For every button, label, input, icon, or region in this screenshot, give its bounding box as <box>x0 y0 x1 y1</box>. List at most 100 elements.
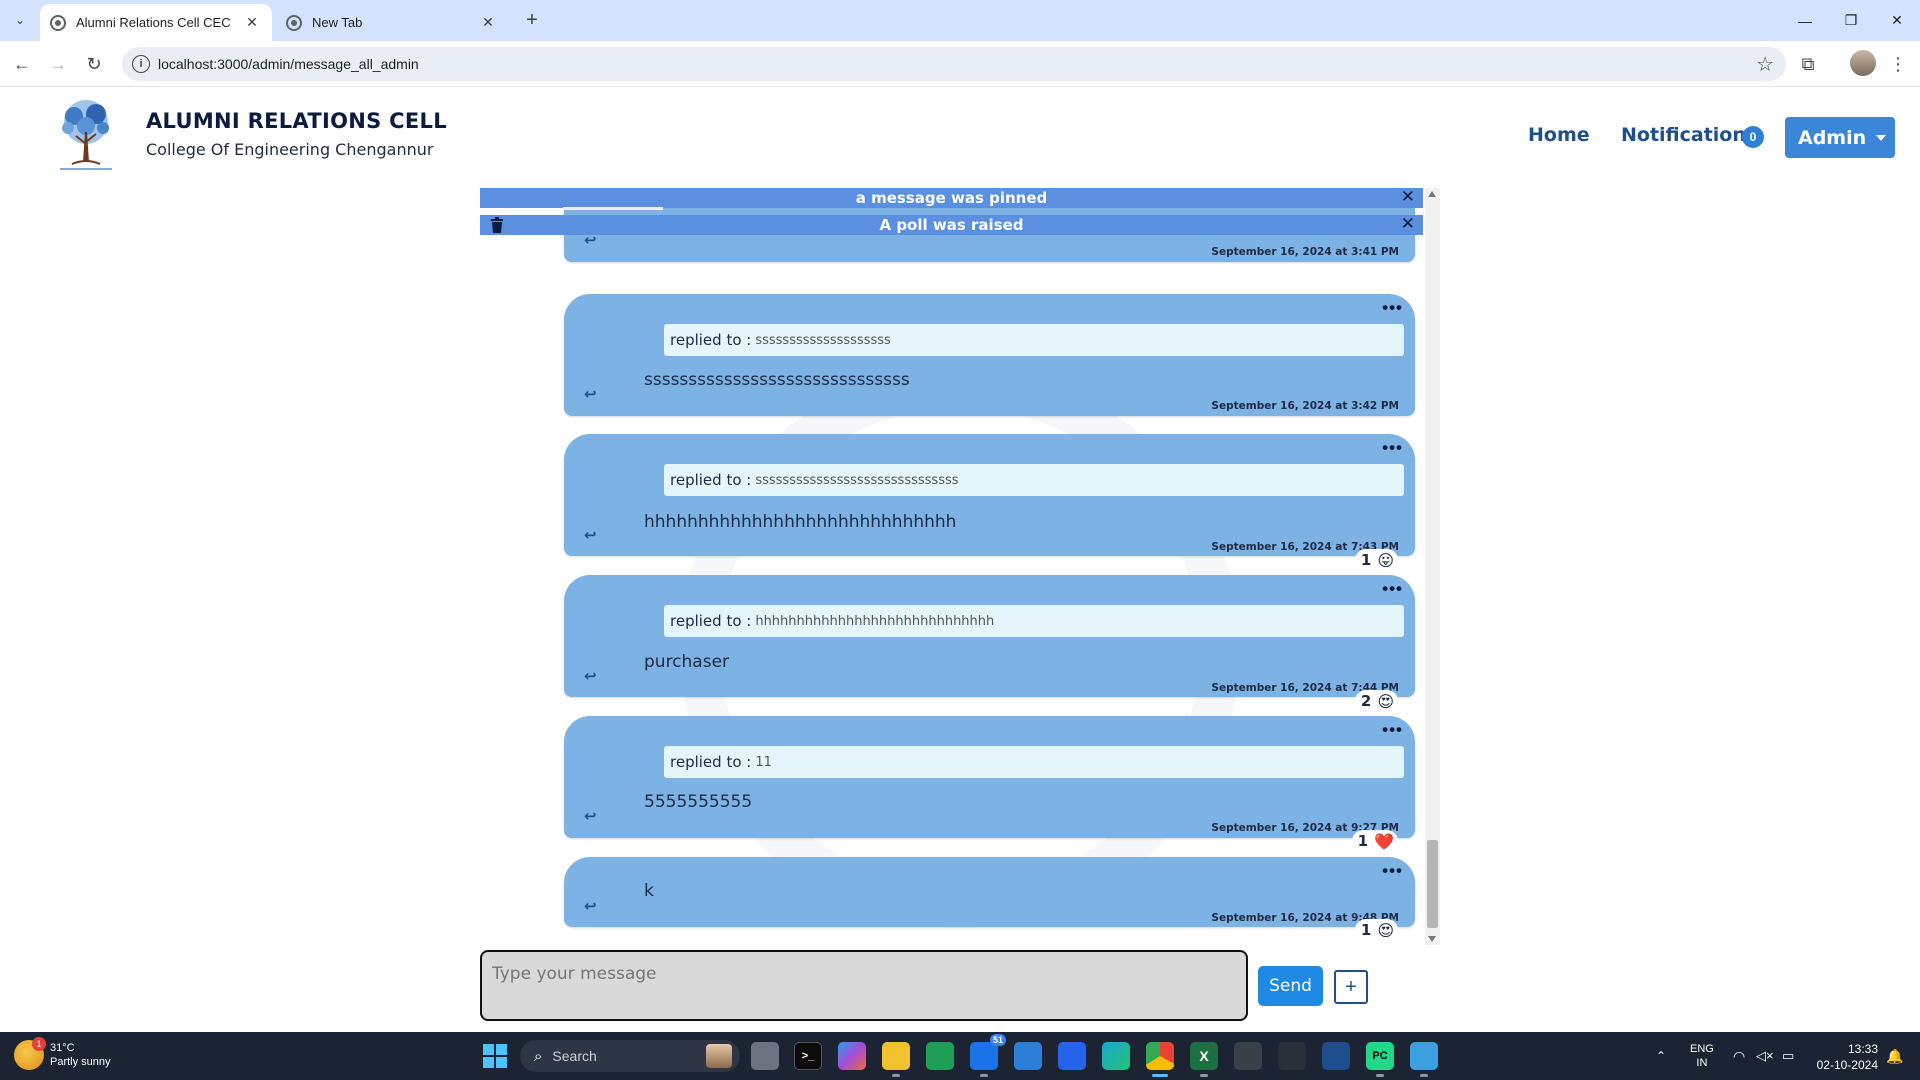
window-close-icon[interactable]: ✕ <box>1874 0 1920 41</box>
minimize-icon[interactable]: — <box>1782 0 1828 41</box>
terminal-icon[interactable]: >_ <box>794 1042 822 1070</box>
app-icon[interactable] <box>1322 1042 1350 1070</box>
region-code: IN <box>1696 1057 1708 1069</box>
vscode-icon[interactable] <box>1014 1042 1042 1070</box>
mail-icon[interactable]: 51 <box>970 1034 1006 1077</box>
chat-scrollbar[interactable] <box>1425 188 1440 945</box>
taskbar-search[interactable]: ⌕ Search <box>520 1040 740 1072</box>
close-pinned-banner-icon[interactable]: ✕ <box>1401 188 1415 207</box>
notepad-icon[interactable] <box>1410 1042 1438 1077</box>
heart-emoji-icon: ❤️ <box>1374 831 1394 851</box>
replied-to-box[interactable]: replied to : hhhhhhhhhhhhhhhhhhhhhhhhhhh… <box>664 605 1404 637</box>
bookmark-star-icon[interactable]: ☆ <box>1756 52 1774 77</box>
scroll-up-icon[interactable] <box>1428 191 1436 197</box>
profile-avatar[interactable] <box>1850 50 1876 76</box>
windows-taskbar: 1 31°C Partly sunny ⌕ Search >_ 51 X PC … <box>0 1032 1920 1080</box>
tab-alumni-relations[interactable]: Alumni Relations Cell CEC ✕ <box>40 4 272 41</box>
message-bubble[interactable]: ••• replied to : ssssssssssssssssssss ss… <box>564 294 1415 416</box>
reaction-chip[interactable]: 2 😍 <box>1354 690 1398 712</box>
close-tab-icon[interactable]: ✕ <box>478 13 498 33</box>
classroom-icon[interactable] <box>926 1042 954 1070</box>
reply-arrow-icon[interactable]: ↩ <box>584 667 597 685</box>
store-icon[interactable] <box>1058 1042 1086 1070</box>
reply-arrow-icon[interactable]: ↩ <box>584 526 597 544</box>
replied-to-label: replied to : <box>670 753 752 771</box>
tab-title: New Tab <box>312 15 363 30</box>
pinned-message-banner[interactable]: a message was pinned ✕ <box>480 188 1423 208</box>
back-arrow-icon[interactable]: ← <box>8 50 36 78</box>
restore-icon[interactable]: ❐ <box>1828 0 1874 41</box>
message-input[interactable] <box>482 952 1246 1019</box>
message-options-icon[interactable]: ••• <box>1382 861 1403 881</box>
reaction-count: 1 <box>1360 551 1372 569</box>
scrollbar-thumb[interactable] <box>1427 840 1438 928</box>
battery-icon[interactable]: ▭ <box>1782 1032 1794 1080</box>
nav-notifications-link[interactable]: Notifications <box>1621 124 1757 146</box>
pycharm-icon[interactable]: PC <box>1366 1042 1394 1077</box>
reply-arrow-icon[interactable]: ↩ <box>584 385 597 403</box>
replied-to-label: replied to : <box>670 612 752 630</box>
close-poll-banner-icon[interactable]: ✕ <box>1401 214 1415 234</box>
reaction-chip[interactable]: 1 😛 <box>1354 549 1398 571</box>
copilot-icon[interactable] <box>838 1042 866 1070</box>
wifi-icon[interactable]: ◠ <box>1733 1032 1745 1080</box>
pinned-indicator-bar <box>563 207 663 210</box>
replied-to-text: ssssssssssssssssssss <box>755 332 891 348</box>
reply-arrow-icon[interactable]: ↩ <box>584 807 597 825</box>
tongue-emoji-icon: 😛 <box>1377 550 1394 570</box>
chat-messages-panel[interactable]: a message was pinned ✕ A poll was raised… <box>480 188 1440 945</box>
app-icon[interactable] <box>1234 1042 1262 1070</box>
chrome-icon[interactable] <box>1146 1042 1174 1077</box>
system-clock[interactable]: 13:33 02-10-2024 <box>1810 1041 1878 1073</box>
show-hidden-icons-icon[interactable]: ⌃ <box>1656 1032 1666 1080</box>
language-indicator[interactable]: ENG IN <box>1690 1032 1714 1080</box>
message-bubble[interactable]: ••• replied to : 11 5555555555 ↩ Septemb… <box>564 716 1415 838</box>
admin-dropdown-button[interactable]: Admin <box>1785 117 1895 158</box>
replied-to-box[interactable]: replied to : ssssssssssssssssssss <box>664 324 1404 356</box>
close-tab-icon[interactable]: ✕ <box>242 13 262 33</box>
reaction-chip[interactable]: 1 ❤️ <box>1351 830 1398 852</box>
message-options-icon[interactable]: ••• <box>1382 579 1403 599</box>
new-tab-plus-icon[interactable]: + <box>520 8 544 32</box>
excel-icon[interactable]: X <box>1190 1042 1218 1077</box>
scroll-down-icon[interactable] <box>1428 936 1436 942</box>
poll-banner[interactable]: A poll was raised ✕ <box>480 214 1423 235</box>
pinned-banner-text: a message was pinned <box>855 189 1048 207</box>
tab-search-menu-icon[interactable]: ⌄ <box>8 8 32 32</box>
message-options-icon[interactable]: ••• <box>1382 438 1403 458</box>
replied-to-box[interactable]: replied to : 11 <box>664 746 1404 778</box>
windows-start-icon[interactable] <box>483 1044 507 1068</box>
notification-bell-icon[interactable]: 🔔 <box>1886 1032 1903 1080</box>
reaction-chip[interactable]: 1 😍 <box>1354 919 1398 941</box>
app-icon[interactable] <box>1278 1042 1306 1070</box>
globe-icon <box>286 14 302 31</box>
forward-arrow-icon[interactable]: → <box>44 50 72 78</box>
browser-menu-icon[interactable]: ⋮ <box>1884 50 1912 78</box>
nav-home-link[interactable]: Home <box>1528 124 1590 146</box>
weather-widget[interactable]: 1 31°C Partly sunny <box>14 1037 111 1070</box>
message-text: 5555555555 <box>644 792 753 812</box>
add-attachment-button[interactable]: + <box>1334 970 1368 1004</box>
file-explorer-icon[interactable] <box>882 1042 910 1077</box>
site-info-icon[interactable]: i <box>132 55 150 73</box>
weather-desc: Partly sunny <box>50 1056 111 1068</box>
message-options-icon[interactable]: ••• <box>1382 720 1403 740</box>
weather-temp: 31°C <box>50 1042 75 1054</box>
tab-new-tab[interactable]: New Tab ✕ <box>276 4 508 41</box>
task-view-icon[interactable] <box>751 1042 779 1070</box>
extensions-icon[interactable]: ⧉ <box>1794 50 1822 78</box>
message-bubble[interactable]: ••• replied to : sssssssssssssssssssssss… <box>564 434 1415 556</box>
replied-to-box[interactable]: replied to : sssssssssssssssssssssssssss… <box>664 464 1404 496</box>
message-text: ssssssssssssssssssssssssssssss <box>644 370 910 390</box>
address-bar[interactable]: i localhost:3000/admin/message_all_admin… <box>122 47 1786 81</box>
volume-muted-icon[interactable]: ◁× <box>1756 1032 1774 1080</box>
message-text: hhhhhhhhhhhhhhhhhhhhhhhhhhhhh <box>644 512 957 532</box>
message-bubble[interactable]: ••• k ↩ September 16, 2024 at 9:48 PM <box>564 857 1415 927</box>
message-options-icon[interactable]: ••• <box>1382 298 1403 318</box>
edge-icon[interactable] <box>1102 1042 1130 1070</box>
trash-icon[interactable] <box>490 217 504 233</box>
reload-icon[interactable]: ↻ <box>80 50 108 78</box>
reply-arrow-icon[interactable]: ↩ <box>584 897 597 915</box>
message-bubble[interactable]: ••• replied to : hhhhhhhhhhhhhhhhhhhhhhh… <box>564 575 1415 697</box>
send-button[interactable]: Send <box>1258 966 1323 1006</box>
